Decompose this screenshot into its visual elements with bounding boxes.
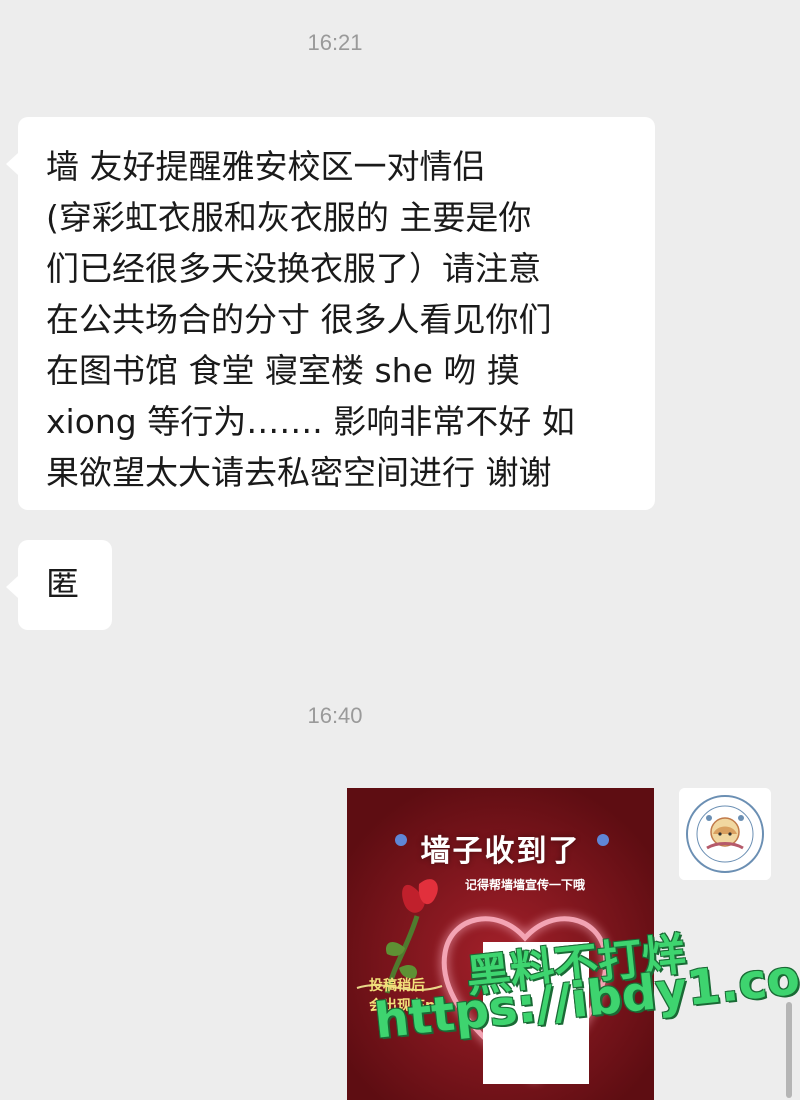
flower-decoration-icon (597, 834, 609, 846)
image-subtitle: 记得帮墙墙宣传一下哦 (465, 878, 586, 892)
timestamp: 16:21 (307, 30, 363, 55)
user-avatar[interactable] (679, 788, 771, 880)
image-title: 墙子收到了 (420, 834, 581, 869)
message-text-line: 在公共场合的分寸 很多人看见你们 (46, 300, 552, 339)
message-text-line: 墙 友好提醒雅安校区一对情侣 (46, 147, 486, 186)
scrollbar[interactable] (786, 1002, 792, 1098)
message-text-line: xiong 等行为……. 影响非常不好 如 (46, 402, 575, 441)
timestamp: 16:40 (307, 703, 363, 728)
message-text-line: (穿彩虹衣服和灰衣服的 主要是你 (46, 198, 532, 237)
message-text-line: 在图书馆 食堂 寝室楼 she 吻 摸 (46, 351, 520, 390)
message-text: 匿 (46, 564, 79, 603)
incoming-message-bubble[interactable]: 墙 友好提醒雅安校区一对情侣 (穿彩虹衣服和灰衣服的 主要是你 们已经很多天没换… (6, 117, 655, 510)
message-text-line: 果欲望太大请去私密空间进行 谢谢 (46, 453, 552, 492)
message-text-line: 们已经很多天没换衣服了）请注意 (46, 249, 541, 288)
incoming-message-bubble-short[interactable]: 匿 (6, 540, 112, 630)
university-emblem-icon (679, 788, 771, 880)
